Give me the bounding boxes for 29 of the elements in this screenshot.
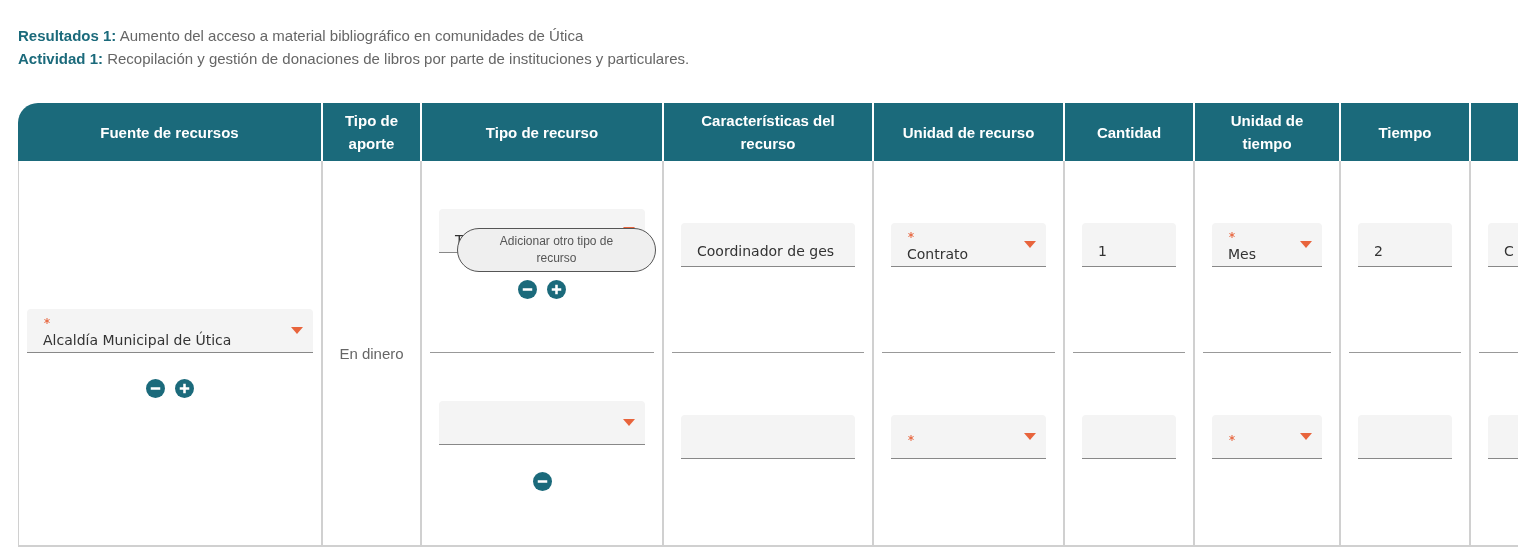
column-header: Tipo de recurso bbox=[422, 103, 664, 161]
input-field[interactable]: Coordinador de ges bbox=[681, 223, 855, 267]
column-header: Características del recurso bbox=[664, 103, 874, 161]
input-field[interactable] bbox=[1358, 415, 1452, 459]
column-header: Unidad de recurso bbox=[874, 103, 1065, 161]
column-header: Tiempo bbox=[1341, 103, 1471, 161]
input-field[interactable]: 1 bbox=[1082, 223, 1176, 267]
column-header: Fuente de recursos bbox=[18, 103, 323, 161]
select-field[interactable] bbox=[439, 401, 645, 445]
column-header: Unidad de tiempo bbox=[1195, 103, 1341, 161]
result-text: Resultados 1: Aumento del acceso a material bibliográfico en comunidades de Útica bbox=[18, 26, 585, 46]
input-field[interactable]: C bbox=[1488, 223, 1518, 267]
input-field[interactable] bbox=[1082, 415, 1176, 459]
select-field[interactable] bbox=[1212, 415, 1322, 459]
select-field[interactable]: Mes bbox=[1212, 223, 1322, 267]
select-field[interactable]: Contrato bbox=[891, 223, 1046, 267]
activity-text: Actividad 1: Recopilación y gestión de donaciones de libros por parte de instituciones y particulares. bbox=[18, 49, 691, 69]
contribution-type: En dinero bbox=[339, 344, 404, 362]
add-icon[interactable] bbox=[175, 378, 194, 398]
remove-icon[interactable] bbox=[146, 378, 165, 398]
add-icon[interactable] bbox=[547, 280, 566, 299]
remove-icon[interactable] bbox=[518, 280, 537, 299]
input-field[interactable] bbox=[681, 415, 855, 459]
column-header: Tipo de aporte bbox=[323, 103, 422, 161]
source-select[interactable]: Alcaldía Municipal de Útica bbox=[27, 308, 313, 353]
remove-icon[interactable] bbox=[532, 472, 552, 491]
input-field[interactable]: 2 bbox=[1358, 223, 1452, 267]
select-field[interactable] bbox=[891, 415, 1046, 459]
column-header: Cantidad bbox=[1065, 103, 1195, 161]
